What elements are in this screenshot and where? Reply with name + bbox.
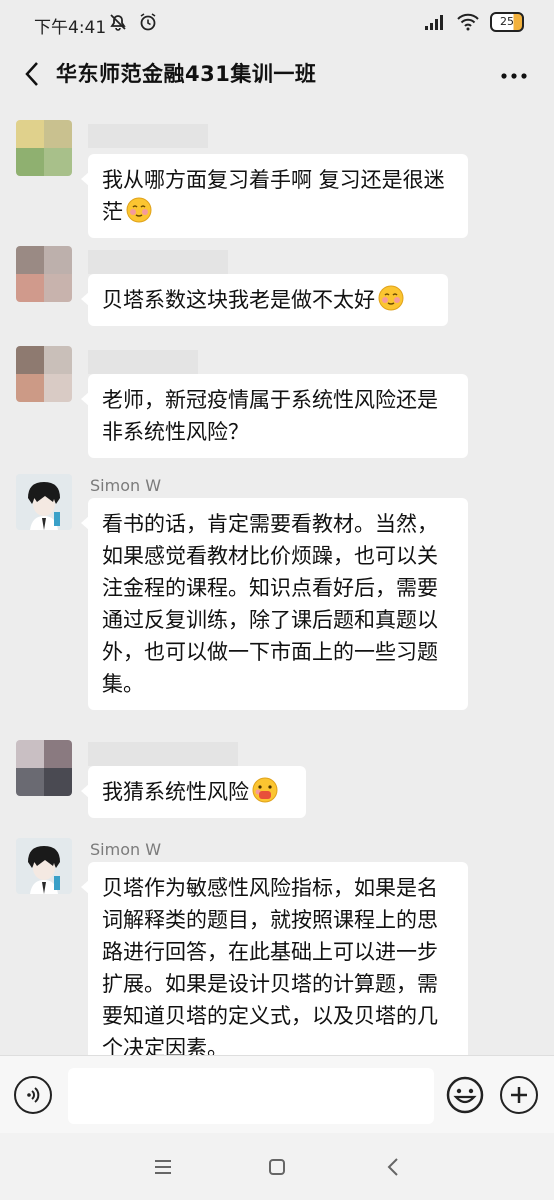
- avatar[interactable]: [16, 246, 72, 302]
- blurred-name: [88, 742, 238, 766]
- flushed-smile-emoji: [378, 285, 404, 311]
- smiley-icon: [446, 1076, 484, 1114]
- more-button[interactable]: [496, 58, 532, 94]
- message-bubble[interactable]: 贝塔作为敏感性风险指标，如果是名词解释类的题目，就按照课程上的思路进行回答，在此…: [81, 862, 468, 1055]
- flushed-smile-emoji: [126, 197, 152, 223]
- emoji-button[interactable]: [446, 1076, 484, 1114]
- avatar-image: [16, 838, 72, 894]
- menu-nav-button[interactable]: [148, 1153, 178, 1181]
- alarm-icon: [140, 13, 156, 31]
- wifi-icon: [457, 13, 479, 31]
- more-icon: [501, 73, 527, 79]
- message-bubble[interactable]: 我从哪方面复习着手啊 复习还是很迷茫: [81, 154, 468, 238]
- avatar-image: [16, 474, 72, 530]
- blurred-name: [88, 124, 208, 148]
- message-bubble[interactable]: 看书的话，肯定需要看教材。当然，如果感觉看教材比价烦躁，也可以关注金程的课程。知…: [81, 498, 468, 710]
- signal-icon: [425, 15, 443, 30]
- more-actions-button[interactable]: [500, 1076, 538, 1114]
- avatar[interactable]: [16, 838, 72, 894]
- back-button[interactable]: [14, 56, 50, 92]
- message-text: 老师，新冠疫情属于系统性风险还是非系统性风险？: [102, 388, 438, 444]
- battery-icon: 25: [490, 12, 524, 32]
- message-bubble[interactable]: 贝塔系数这块我老是做不太好: [81, 274, 448, 326]
- input-bar: [0, 1055, 554, 1134]
- sender-name[interactable]: Simon W: [90, 840, 161, 859]
- message-text: 看书的话，肯定需要看教材。当然，如果感觉看教材比价烦躁，也可以关注金程的课程。知…: [102, 512, 438, 696]
- avatar[interactable]: [16, 346, 72, 402]
- status-bar: 下午4:41 25: [0, 0, 554, 48]
- home-square-icon: [269, 1159, 285, 1175]
- message-text: 贝塔系数这块我老是做不太好: [102, 288, 375, 312]
- message-text: 贝塔作为敏感性风险指标，如果是名词解释类的题目，就按照课程上的思路进行回答，在此…: [102, 876, 438, 1055]
- message-text: 我从哪方面复习着手啊 复习还是很迷茫: [102, 168, 445, 224]
- mask-face-emoji: [252, 777, 278, 803]
- blurred-name: [88, 250, 228, 274]
- voice-button[interactable]: [14, 1076, 52, 1114]
- message-bubble[interactable]: 老师，新冠疫情属于系统性风险还是非系统性风险？: [81, 374, 468, 458]
- message-input[interactable]: [68, 1068, 434, 1124]
- title-bar: 华东师范金融431集训一班: [0, 48, 554, 100]
- chevron-left-icon: [25, 62, 38, 86]
- home-nav-button[interactable]: [262, 1153, 292, 1181]
- mute-icon: [110, 14, 126, 31]
- system-nav-bar: [0, 1133, 554, 1200]
- voice-icon: [27, 1087, 40, 1103]
- chat-title: 华东师范金融431集训一班: [56, 62, 317, 86]
- avatar[interactable]: [16, 474, 72, 530]
- plus-icon: [511, 1087, 527, 1103]
- blurred-name: [88, 350, 198, 374]
- sender-name[interactable]: Simon W: [90, 476, 161, 495]
- avatar[interactable]: [16, 740, 72, 796]
- message-bubble[interactable]: 我猜系统性风险: [81, 766, 306, 818]
- menu-icon: [155, 1160, 171, 1174]
- message-text: 我猜系统性风险: [102, 780, 249, 804]
- avatar[interactable]: [16, 120, 72, 176]
- chat-area[interactable]: 我从哪方面复习着手啊 复习还是很迷茫 贝塔系数这块我老是做不太好 老师，新冠疫情…: [0, 100, 554, 1055]
- status-time: 下午4:41: [34, 18, 107, 38]
- back-nav-button[interactable]: [378, 1153, 408, 1181]
- triangle-back-icon: [387, 1158, 398, 1176]
